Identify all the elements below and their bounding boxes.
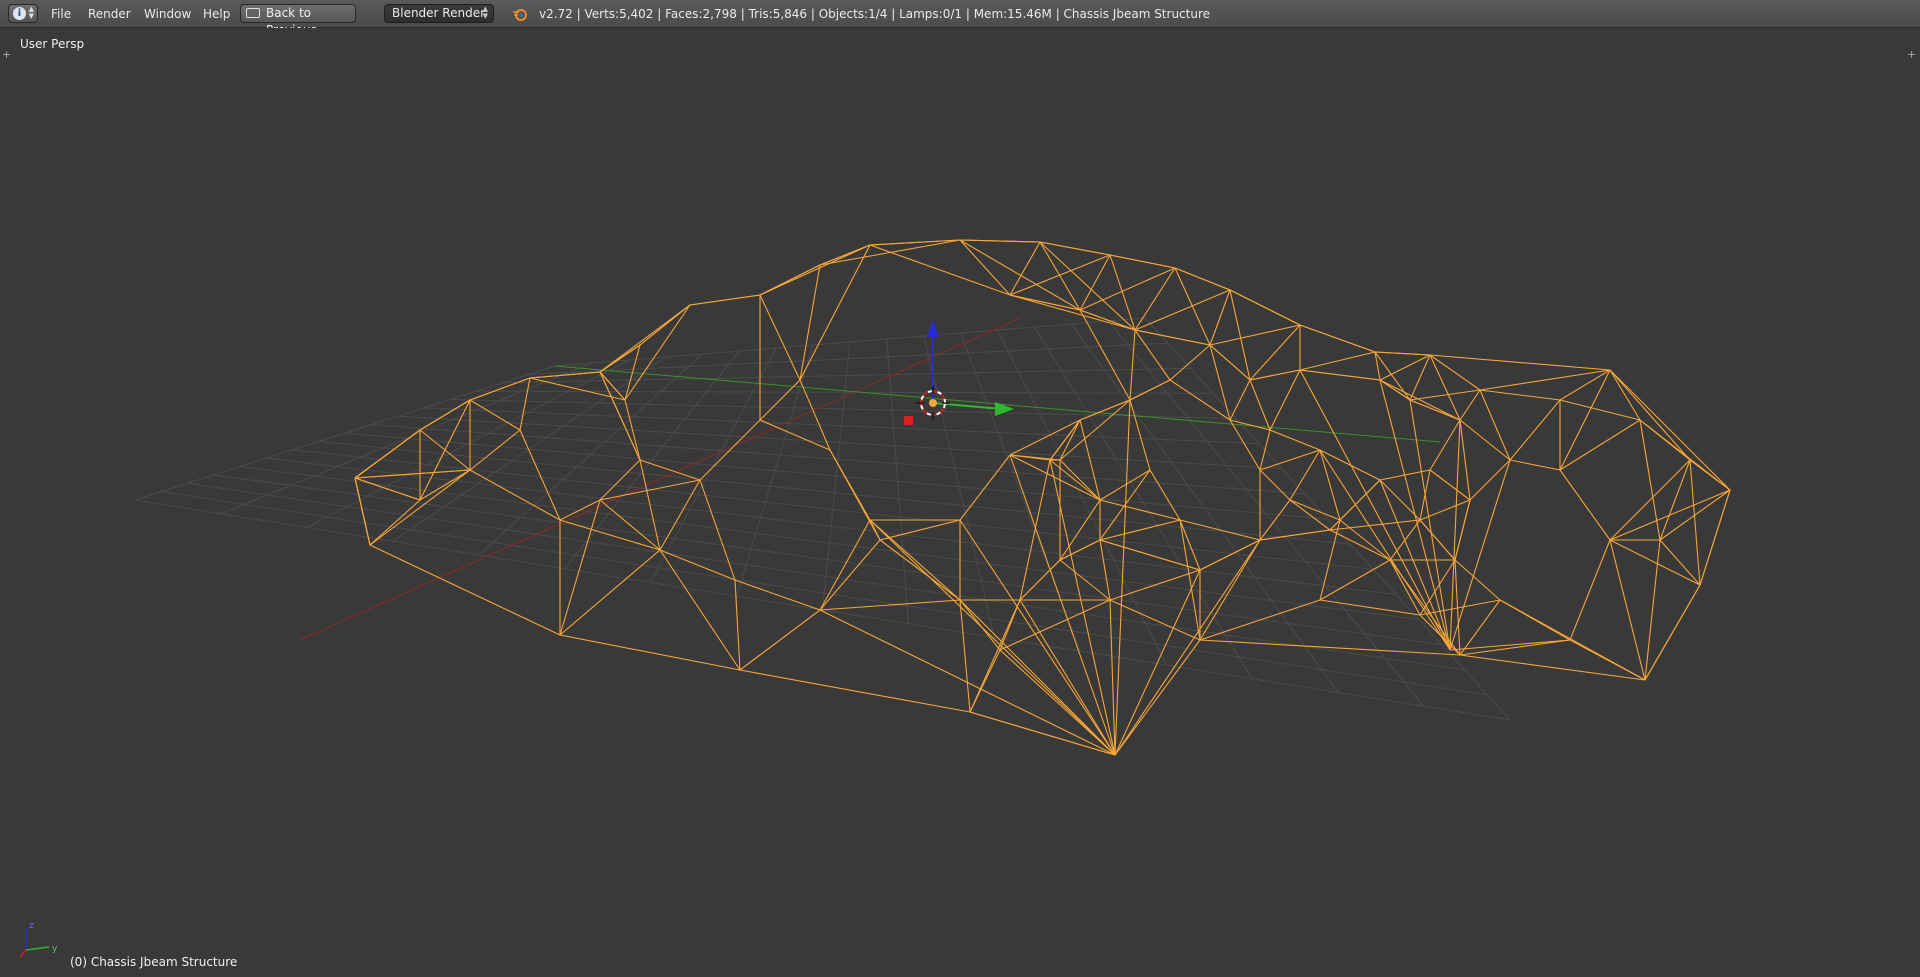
up-down-arrows-icon: ▲ ▼ [482,5,488,20]
menu-file[interactable]: File [51,4,71,24]
axis-orientation-widget: z y [19,921,58,958]
render-engine-dropdown[interactable]: Blender Render ▲ ▼ [384,4,494,23]
expand-tools-icon[interactable]: + [2,49,12,60]
axis-y-label: y [52,944,58,954]
menu-help[interactable]: Help [203,4,230,24]
editor-type-selector[interactable]: i ▲ ▼ [8,4,38,23]
info-icon: i [13,7,26,20]
axis-z-label: z [29,921,34,931]
viewport-canvas[interactable]: z y [0,28,1920,977]
screen-back-icon [246,8,260,18]
menu-render[interactable]: Render [88,4,131,24]
x-handle-icon[interactable] [904,416,913,425]
menu-window[interactable]: Window [144,4,191,24]
active-object-label: (0) Chassis Jbeam Structure [70,955,238,969]
3d-viewport[interactable]: z y [0,28,1920,977]
3d-cursor-icon[interactable] [916,386,950,420]
floor-grid [134,317,1511,721]
blender-logo-icon [513,9,527,21]
info-header: i ▲▼ File Render Window Help Back to Pre… [0,0,1920,37]
expand-properties-icon[interactable]: + [1907,49,1917,60]
render-engine-label: Blender Render [392,6,486,20]
up-down-arrows-icon: ▲ ▼ [28,5,34,20]
back-to-previous-button[interactable]: Back to Previous [240,4,356,37]
view-name: User Persp [20,37,85,51]
scene-statistics: v2.72 | Verts:5,402 | Faces:2,798 | Tris… [539,7,1211,21]
z-arrow-icon[interactable] [927,320,939,337]
x-axis-line [299,317,1021,641]
chassis-jbeam-wireframe[interactable] [354,239,1731,756]
